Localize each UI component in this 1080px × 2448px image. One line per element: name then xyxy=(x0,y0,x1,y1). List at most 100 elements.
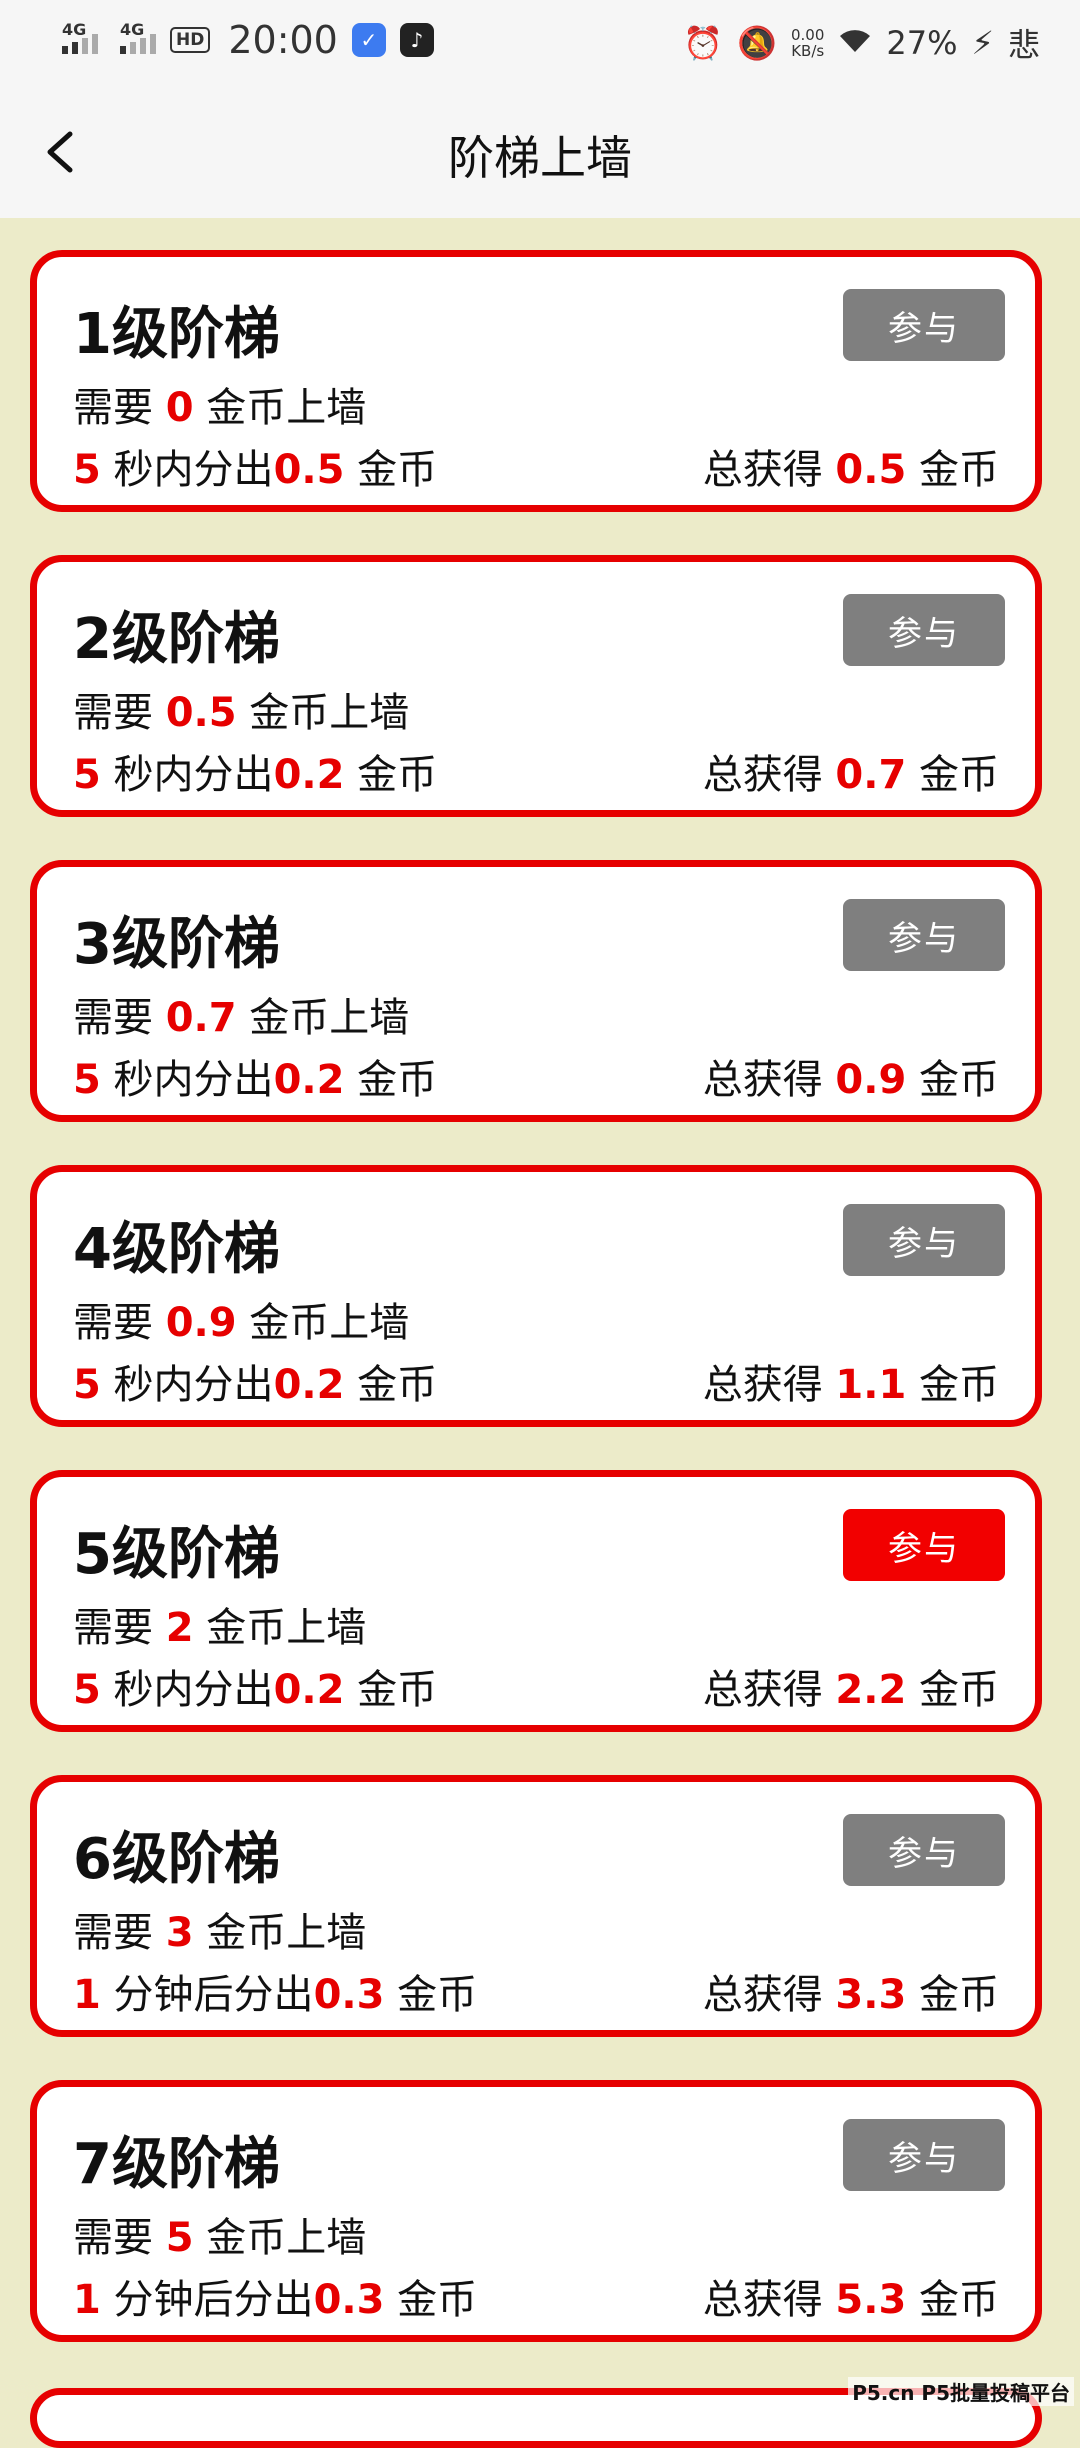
requirement-text: 需要 0 金币上墙 xyxy=(73,375,366,433)
total-earned: 总获得 3.3 金币 xyxy=(703,1962,999,2020)
total-earned: 总获得 0.7 金币 xyxy=(703,742,999,800)
tiktok-icon: ♪ xyxy=(399,23,434,57)
join-button[interactable]: 参与 xyxy=(843,1204,1005,1276)
carrier-label: 悲 xyxy=(1007,26,1040,64)
time-value: 1 xyxy=(73,1972,101,2018)
total-prefix: 总获得 xyxy=(702,752,836,798)
requirement-prefix: 需要 xyxy=(73,1300,166,1346)
total-value: 5.3 xyxy=(835,2277,907,2323)
requirement-text: 需要 5 金币上墙 xyxy=(73,2205,366,2263)
requirement-text: 需要 2 金币上墙 xyxy=(73,1595,366,1653)
mute-icon: 🔕 xyxy=(737,24,777,62)
page-title: 阶梯上墙 xyxy=(448,131,632,185)
hd-voice-icon: HD xyxy=(170,27,211,53)
total-prefix: 总获得 xyxy=(702,447,836,493)
charging-icon: ⚡ xyxy=(971,24,994,62)
total-unit: 金币 xyxy=(906,1972,999,2018)
total-unit: 金币 xyxy=(906,447,999,493)
total-earned: 总获得 2.2 金币 xyxy=(703,1657,999,1715)
payout-text: 5 秒内分出0.2 金币 xyxy=(73,742,437,800)
join-button[interactable]: 参与 xyxy=(843,899,1005,971)
payout-value: 0.2 xyxy=(273,752,345,798)
join-button[interactable]: 参与 xyxy=(843,1814,1005,1886)
total-unit: 金币 xyxy=(906,1362,999,1408)
requirement-prefix: 需要 xyxy=(73,690,166,736)
total-earned: 总获得 5.3 金币 xyxy=(703,2267,999,2325)
ladder-card: 6级阶梯 参与 需要 3 金币上墙 1 分钟后分出0.3 金币 总获得 3.3 … xyxy=(30,1775,1042,2037)
total-value: 0.5 xyxy=(835,447,907,493)
battery-percent: 27% xyxy=(886,24,958,62)
time-text: 秒内分出 xyxy=(100,1667,274,1713)
payout-unit: 金币 xyxy=(344,1667,438,1713)
ladder-level-title: 3级阶梯 xyxy=(73,912,280,977)
total-unit: 金币 xyxy=(906,1667,999,1713)
requirement-text: 需要 0.5 金币上墙 xyxy=(73,680,409,738)
ladder-card: 2级阶梯 参与 需要 0.5 金币上墙 5 秒内分出0.2 金币 总获得 0.7… xyxy=(30,555,1042,817)
payout-value: 0.2 xyxy=(273,1057,345,1103)
payout-text: 5 秒内分出0.2 金币 xyxy=(73,1657,437,1715)
ladder-level-title: 6级阶梯 xyxy=(73,1827,280,1892)
payout-text: 5 秒内分出0.5 金币 xyxy=(73,437,437,495)
payout-unit: 金币 xyxy=(344,447,438,493)
time-value: 5 xyxy=(73,752,101,798)
total-value: 0.7 xyxy=(835,752,907,798)
total-unit: 金币 xyxy=(906,752,999,798)
signal-type-label: 4G xyxy=(120,20,145,39)
payout-text: 1 分钟后分出0.3 金币 xyxy=(73,1962,477,2020)
time-text: 秒内分出 xyxy=(100,447,274,493)
ladder-card: 4级阶梯 参与 需要 0.9 金币上墙 5 秒内分出0.2 金币 总获得 1.1… xyxy=(30,1165,1042,1427)
payout-text: 5 秒内分出0.2 金币 xyxy=(73,1352,437,1410)
total-earned: 总获得 0.9 金币 xyxy=(703,1047,999,1105)
payout-unit: 金币 xyxy=(344,1057,438,1103)
time-value: 5 xyxy=(73,1057,101,1103)
wifi-icon xyxy=(838,24,872,62)
signal-type-label: 4G xyxy=(62,20,87,39)
total-value: 0.9 xyxy=(835,1057,907,1103)
status-time: 20:00 xyxy=(228,18,338,62)
net-speed: 0.00 KB/s xyxy=(791,27,824,59)
ladder-level-title: 4级阶梯 xyxy=(73,1217,280,1282)
join-button[interactable]: 参与 xyxy=(843,2119,1005,2191)
time-text: 秒内分出 xyxy=(100,752,274,798)
payout-value: 0.2 xyxy=(273,1362,345,1408)
payout-value: 0.3 xyxy=(313,2277,385,2323)
join-button[interactable]: 参与 xyxy=(843,594,1005,666)
requirement-value: 5 xyxy=(165,2215,194,2261)
payout-unit: 金币 xyxy=(384,1972,478,2018)
time-value: 5 xyxy=(73,1362,101,1408)
requirement-prefix: 需要 xyxy=(73,2215,166,2261)
signal-icon: 4G xyxy=(62,20,98,54)
requirement-value: 3 xyxy=(165,1910,194,1956)
time-text: 分钟后分出 xyxy=(100,1972,314,2018)
payout-text: 5 秒内分出0.2 金币 xyxy=(73,1047,437,1105)
total-earned: 总获得 1.1 金币 xyxy=(703,1352,999,1410)
ladder-card: 7级阶梯 参与 需要 5 金币上墙 1 分钟后分出0.3 金币 总获得 5.3 … xyxy=(30,2080,1042,2342)
requirement-suffix: 金币上墙 xyxy=(193,2215,367,2261)
requirement-value: 0 xyxy=(165,385,194,431)
alarm-icon: ⏰ xyxy=(683,24,724,62)
total-prefix: 总获得 xyxy=(702,2277,836,2323)
join-button[interactable]: 参与 xyxy=(843,289,1005,361)
net-speed-unit: KB/s xyxy=(791,42,825,60)
top-area: 4G 4G HD 20:00 ✓ ♪ ⏰ 🔕 0.00 KB/s 27% ⚡ 悲… xyxy=(0,0,1080,218)
requirement-suffix: 金币上墙 xyxy=(236,690,410,736)
status-bar: 4G 4G HD 20:00 ✓ ♪ ⏰ 🔕 0.00 KB/s 27% ⚡ 悲 xyxy=(0,0,1080,84)
requirement-text: 需要 0.7 金币上墙 xyxy=(73,985,409,1043)
requirement-value: 0.9 xyxy=(165,1300,237,1346)
requirement-suffix: 金币上墙 xyxy=(193,1910,367,1956)
requirement-suffix: 金币上墙 xyxy=(193,385,367,431)
total-value: 1.1 xyxy=(835,1362,907,1408)
total-prefix: 总获得 xyxy=(702,1362,836,1408)
total-unit: 金币 xyxy=(906,2277,999,2323)
time-value: 5 xyxy=(73,1667,101,1713)
requirement-suffix: 金币上墙 xyxy=(236,1300,410,1346)
time-value: 1 xyxy=(73,2277,101,2323)
payout-value: 0.5 xyxy=(273,447,345,493)
total-earned: 总获得 0.5 金币 xyxy=(703,437,999,495)
ladder-level-title: 7级阶梯 xyxy=(73,2132,280,2197)
ladder-level-title: 2级阶梯 xyxy=(73,607,280,672)
notification-app-icon: ✓ xyxy=(351,23,386,57)
requirement-prefix: 需要 xyxy=(73,385,166,431)
join-button[interactable]: 参与 xyxy=(843,1509,1005,1581)
requirement-value: 0.7 xyxy=(165,995,237,1041)
